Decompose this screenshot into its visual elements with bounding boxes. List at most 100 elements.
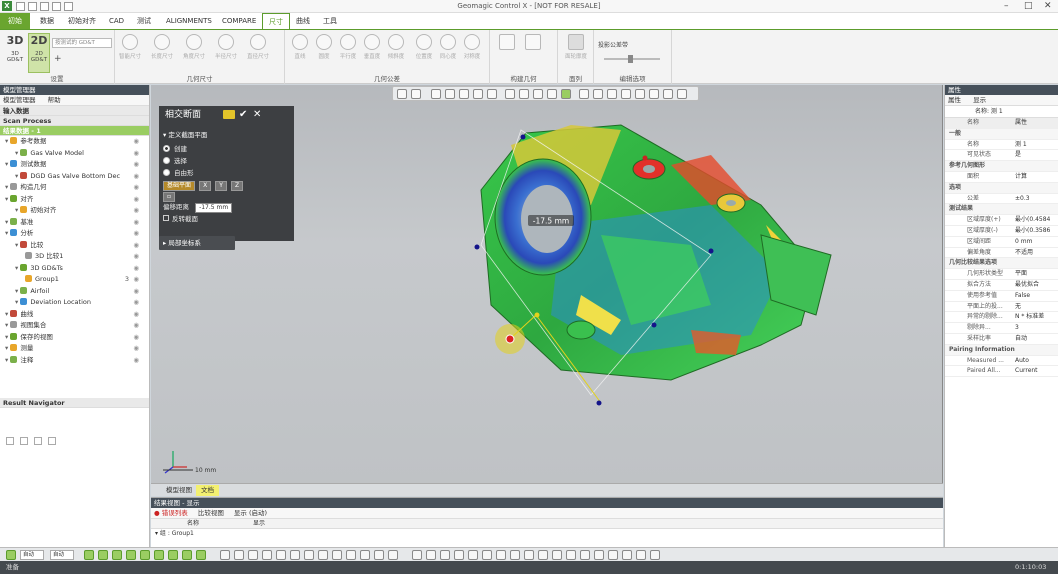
toolbar-tool-icon[interactable] — [182, 550, 192, 560]
filter-4-icon[interactable] — [547, 89, 557, 99]
property-row[interactable]: 偏差角度 不适用 — [945, 248, 1058, 259]
property-value[interactable]: 最小(0.4584 — [1015, 215, 1058, 226]
nav-first-icon[interactable] — [6, 437, 14, 445]
view-cube-icon[interactable] — [411, 89, 421, 99]
construct-point-button[interactable] — [496, 34, 518, 50]
toolbar-tool-icon[interactable] — [84, 550, 94, 560]
offset-input[interactable]: -17.5 mm — [195, 203, 233, 213]
toolbar-tool-icon[interactable] — [234, 550, 244, 560]
tab-document[interactable]: 文档 — [196, 485, 219, 496]
toolbar-tool-icon[interactable] — [608, 550, 618, 560]
property-value[interactable]: False — [1015, 291, 1058, 302]
toolbar-tool-icon[interactable] — [332, 550, 342, 560]
toolbar-tool-icon[interactable] — [650, 550, 660, 560]
input-data-section[interactable]: 输入数据 — [0, 106, 149, 116]
toolbar-tool-icon[interactable] — [196, 550, 206, 560]
property-row[interactable]: 几何形状类型 平面 — [945, 269, 1058, 280]
tab-help[interactable]: 帮助 — [48, 96, 61, 104]
property-row[interactable]: 平面上的投... 无 — [945, 302, 1058, 313]
straightness-button[interactable]: 直线 — [289, 34, 311, 60]
toolbar-tool-icon[interactable] — [524, 550, 534, 560]
property-row[interactable]: 采样比率 自动 — [945, 334, 1058, 345]
toolbar-tool-icon[interactable] — [262, 550, 272, 560]
tab-initial-alignment[interactable]: 初始对齐 — [62, 13, 102, 29]
position-button[interactable]: 位置度 — [413, 34, 435, 60]
selection-mode-icon[interactable] — [6, 550, 16, 560]
tree-item[interactable]: Group1 3 ◉ — [0, 274, 149, 286]
tab-model-view[interactable]: 模型视图 — [161, 485, 197, 496]
gdt-mode-dropdown[interactable]: 按测试的 GD&T — [52, 38, 112, 48]
toolbar-tool-icon[interactable] — [126, 550, 136, 560]
toolbar-tool-icon[interactable] — [496, 550, 506, 560]
toolbar-tool-icon[interactable] — [636, 550, 646, 560]
snap-3-icon[interactable] — [607, 89, 617, 99]
property-value[interactable]: 计算 — [1015, 172, 1058, 183]
toolbar-tool-icon[interactable] — [276, 550, 286, 560]
cancel-icon[interactable]: ✕ — [253, 106, 261, 124]
add-icon[interactable]: + — [54, 54, 62, 64]
visibility-icon[interactable]: ◉ — [133, 297, 139, 309]
property-group[interactable]: 选项 — [945, 182, 1058, 194]
result-navigator-section[interactable]: Result Navigator — [0, 398, 149, 408]
select-poly-icon[interactable] — [459, 89, 469, 99]
toolbar-tool-icon[interactable] — [552, 550, 562, 560]
property-row[interactable]: Measured ... Auto — [945, 356, 1058, 367]
toolbar-tool-icon[interactable] — [426, 550, 436, 560]
tab-display[interactable]: 显示 — [973, 96, 986, 104]
property-row[interactable]: 区域间距 0 mm — [945, 237, 1058, 248]
snap-7-icon[interactable] — [663, 89, 673, 99]
diameter-dimension-button[interactable]: 直径尺寸 — [247, 34, 269, 60]
tab-curve[interactable]: 曲线 — [290, 13, 316, 29]
visibility-icon[interactable]: ◉ — [133, 309, 139, 321]
snap-8-icon[interactable] — [677, 89, 687, 99]
toolbar-tool-icon[interactable] — [566, 550, 576, 560]
maximize-icon[interactable]: □ — [1024, 1, 1033, 11]
property-value[interactable]: 最优拟合 — [1015, 280, 1058, 291]
select-mode-icon[interactable] — [431, 89, 441, 99]
snap-2-icon[interactable] — [593, 89, 603, 99]
toolbar-tool-icon[interactable] — [220, 550, 230, 560]
toolbar-tool-icon[interactable] — [290, 550, 300, 560]
tree-item[interactable]: ▾ 注释 ◉ — [0, 355, 149, 367]
property-group[interactable]: 测试结果 — [945, 204, 1058, 216]
property-row[interactable]: 使用参考值 False — [945, 291, 1058, 302]
axis-z-button[interactable]: Z — [231, 181, 244, 191]
visibility-icon[interactable]: ◉ — [133, 332, 139, 344]
symmetry-button[interactable]: 对称度 — [461, 34, 483, 60]
tree-item[interactable]: ▾ Deviation Location ◉ — [0, 297, 149, 309]
toolbar-tool-icon[interactable] — [412, 550, 422, 560]
visibility-icon[interactable]: ◉ — [133, 355, 139, 367]
toolbar-tool-icon[interactable] — [168, 550, 178, 560]
property-row[interactable]: Paired All... Current — [945, 366, 1058, 378]
toolbar-tool-icon[interactable] — [140, 550, 150, 560]
nav-next-icon[interactable] — [34, 437, 42, 445]
visibility-icon[interactable]: ◉ — [133, 194, 139, 206]
toolbar-tool-icon[interactable] — [440, 550, 450, 560]
property-row[interactable]: 剔除异... 3 — [945, 323, 1058, 334]
tree-item[interactable]: ▾ 曲线 ◉ — [0, 309, 149, 321]
confirm-icon[interactable]: ✔ — [239, 106, 247, 124]
tree-item[interactable]: ▾ 测量 ◉ — [0, 343, 149, 355]
filter-2-icon[interactable] — [519, 89, 529, 99]
property-row[interactable]: 异常的剔除... N * 标准差 — [945, 312, 1058, 324]
property-group[interactable]: 一般 — [945, 128, 1058, 140]
tab-cad[interactable]: CAD — [103, 13, 130, 29]
tree-item[interactable]: ▾ 3D GD&Ts ◉ — [0, 263, 149, 275]
tab-file[interactable]: 初始 — [0, 13, 30, 29]
close-icon[interactable]: ✕ — [1044, 1, 1052, 11]
tree-item[interactable]: ▾ 参考数据 ◉ — [0, 136, 149, 148]
property-row[interactable]: 面积 计算 — [945, 172, 1058, 183]
toolbar-tool-icon[interactable] — [594, 550, 604, 560]
tree-item[interactable]: ▾ 初始对齐 ◉ — [0, 205, 149, 217]
toolbar-tool-icon[interactable] — [98, 550, 108, 560]
property-value[interactable]: 无 — [1015, 302, 1058, 313]
visibility-icon[interactable]: ◉ — [133, 263, 139, 275]
property-row[interactable]: 公差 ±0.3 — [945, 194, 1058, 205]
toolbar-tool-icon[interactable] — [374, 550, 384, 560]
visibility-icon[interactable]: ◉ — [133, 228, 139, 240]
tree-item[interactable]: ▾ 视图集合 ◉ — [0, 320, 149, 332]
tab-dimension[interactable]: 尺寸 — [262, 13, 290, 29]
snap-4-icon[interactable] — [621, 89, 631, 99]
length-dimension-button[interactable]: 长度尺寸 — [151, 34, 173, 60]
tree-item[interactable]: 3D 比较1 ◉ — [0, 251, 149, 263]
